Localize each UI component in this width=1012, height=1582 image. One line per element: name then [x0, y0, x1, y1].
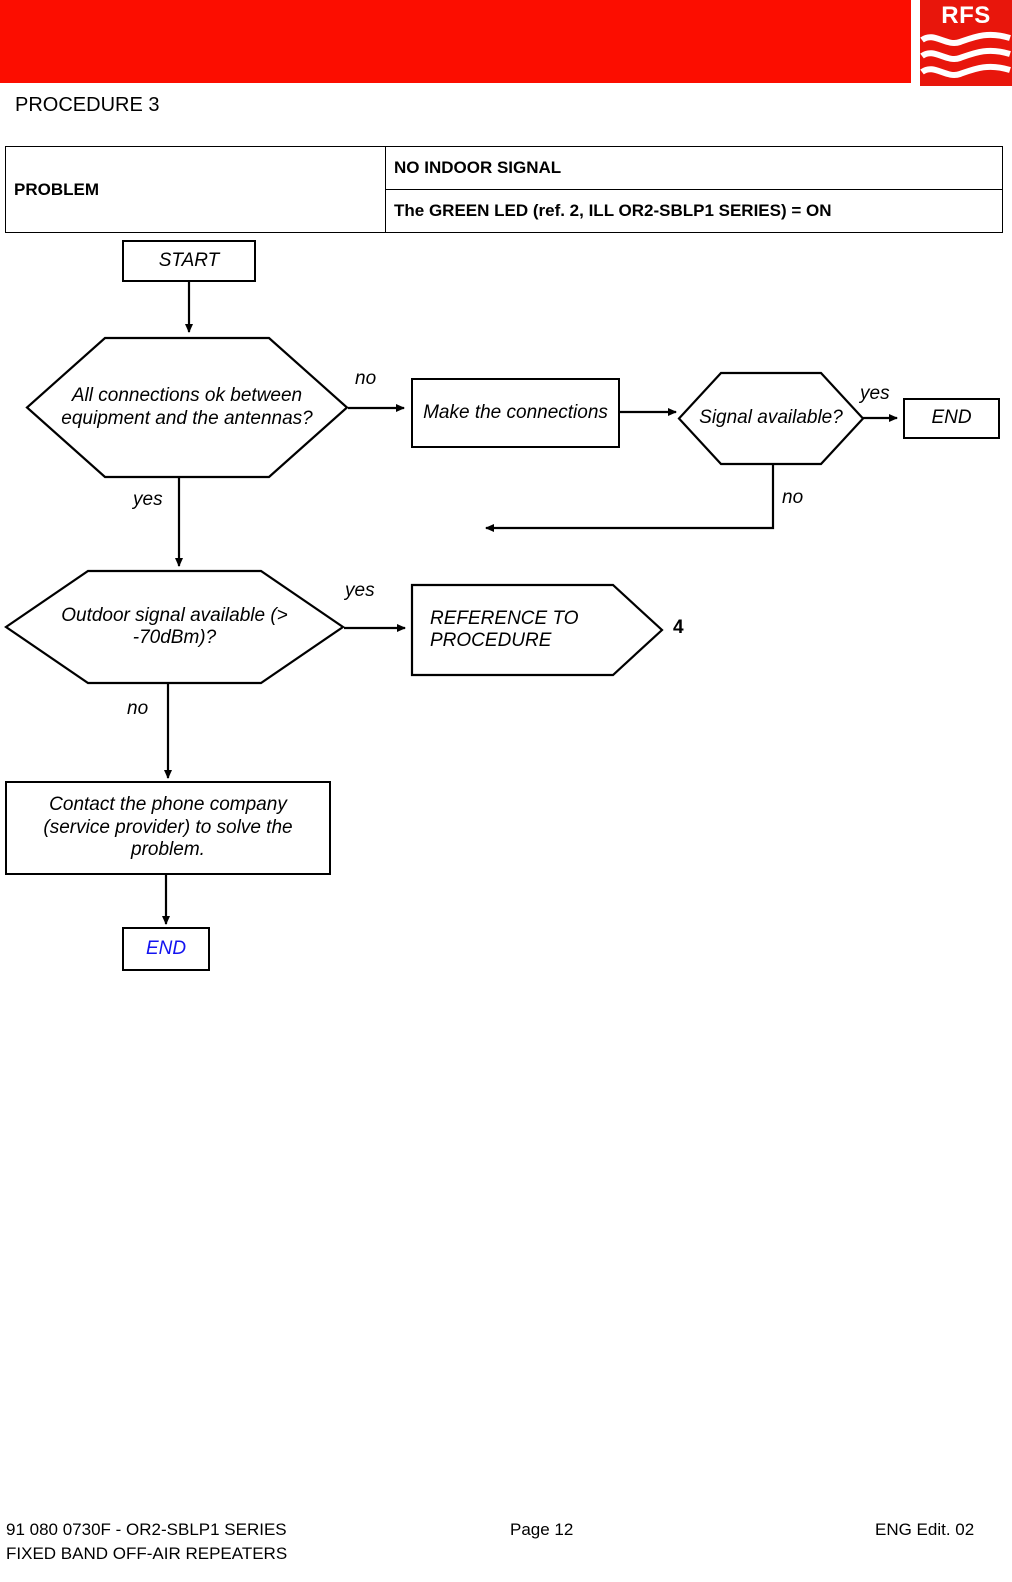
edge-label-connections-yes: yes [133, 489, 163, 510]
footer-edition: ENG Edit. 02 [875, 1520, 975, 1539]
node-reference-procedure[interactable]: REFERENCE TO PROCEDURE [410, 583, 664, 677]
reference-procedure-number: 4 [673, 617, 684, 638]
node-decision-connections-label: All connections ok between equipment and… [61, 385, 313, 429]
node-contact-provider[interactable]: Contact the phone company (service provi… [5, 781, 331, 875]
node-decision-outdoor-text: Outdoor signal available (> -70dBm)? [61, 604, 288, 648]
flowchart: START All connections ok between equipme… [0, 0, 1012, 1000]
node-end-top[interactable]: END [903, 398, 1000, 439]
node-make-connections[interactable]: Make the connections [411, 378, 620, 448]
page-footer: 91 080 0730F - OR2-SBLP1 SERIES FIXED BA… [0, 1520, 1012, 1582]
edge-label-outdoor-no: no [127, 698, 149, 719]
edge-label-signal-yes: yes [860, 383, 890, 404]
node-start[interactable]: START [122, 240, 256, 282]
node-decision-signal[interactable]: Signal available? [677, 371, 865, 466]
node-decision-outdoor[interactable]: Outdoor signal available (> -70dBm)? [4, 569, 345, 685]
node-end-bottom[interactable]: END [122, 927, 210, 971]
node-decision-connections[interactable]: All connections ok between equipment and… [25, 336, 349, 479]
edge-label-signal-no: no [782, 487, 804, 508]
footer-page-number: Page 12 [510, 1520, 574, 1539]
footer-left-line-1: 91 080 0730F - OR2-SBLP1 SERIES [6, 1520, 287, 1539]
footer-left-line-2: FIXED BAND OFF-AIR REPEATERS [6, 1544, 288, 1563]
node-decision-signal-label: Signal available? [699, 407, 843, 429]
document-page: RFS PROCEDURE 3 PROBLEM NO INDOOR SIGNAL… [0, 0, 1012, 1582]
edge-label-connections-no: no [355, 368, 377, 389]
edge-label-outdoor-yes: yes [345, 580, 375, 601]
node-decision-outdoor-label: Outdoor signal available (> -70dBm)? [4, 569, 345, 685]
node-reference-procedure-label: REFERENCE TO PROCEDURE [430, 607, 579, 651]
